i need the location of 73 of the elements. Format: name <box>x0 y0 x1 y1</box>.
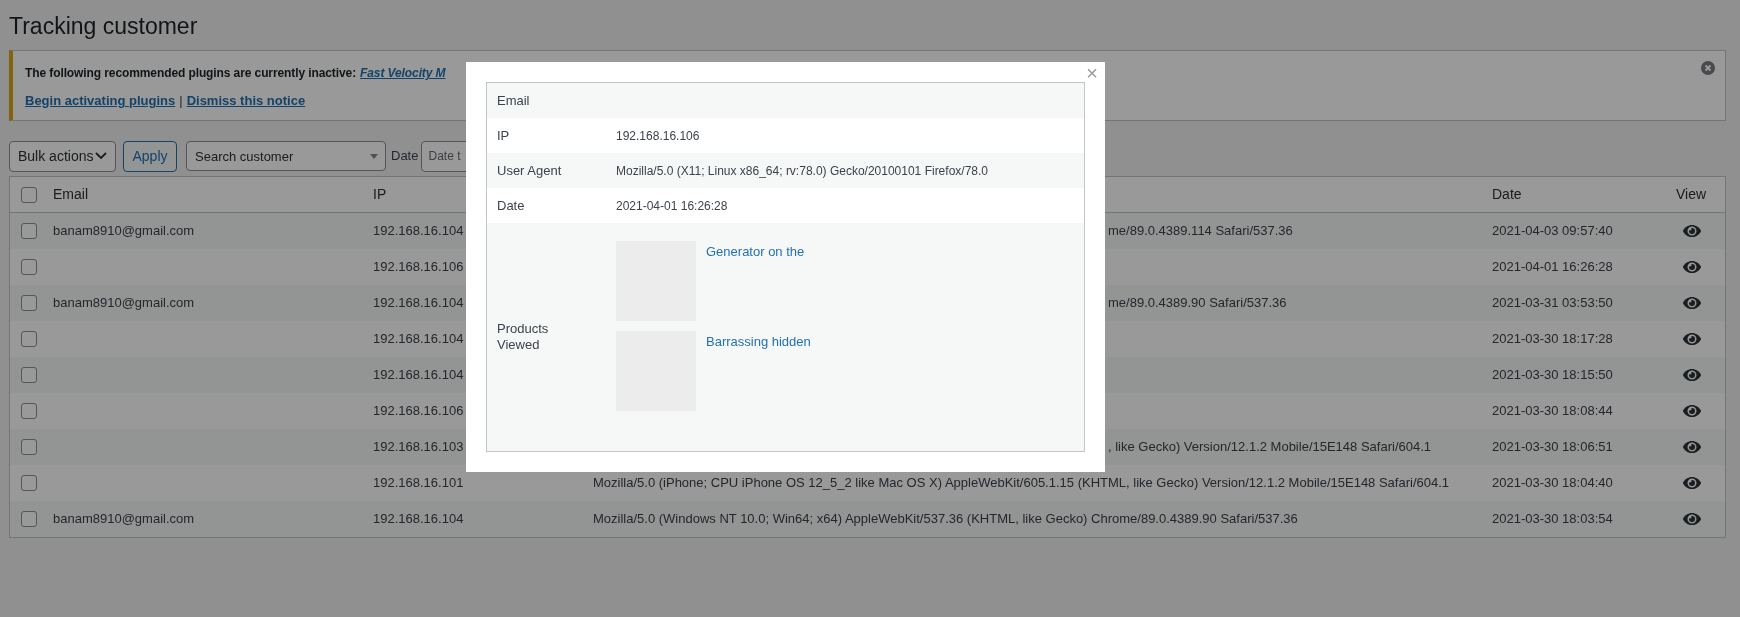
date-cell-text: 2021-03-30 18:17:28 <box>1491 330 1613 349</box>
ip-cell-text: 192.168.16.104 <box>372 330 464 349</box>
detail-label: Products Viewed <box>496 321 550 353</box>
row-checkbox[interactable] <box>21 475 37 491</box>
row-checkbox[interactable] <box>21 439 37 455</box>
email-cell-text: banam8910@gmail.com <box>52 294 195 313</box>
ip-cell-text: 192.168.16.104 <box>372 510 464 529</box>
close-button[interactable]: × <box>1084 63 1100 83</box>
dismiss-notice-link[interactable]: Dismiss this notice <box>186 91 306 111</box>
apply-button[interactable]: Apply <box>123 140 177 172</box>
detail-label: User Agent <box>496 161 563 180</box>
bulk-actions-select[interactable]: Bulk actions <box>9 140 116 172</box>
view-eye-icon[interactable] <box>1683 258 1701 276</box>
detail-value: 2021-04-01 16:26:28 <box>616 197 728 215</box>
row-checkbox[interactable] <box>21 331 37 347</box>
row-checkbox[interactable] <box>21 186 37 203</box>
view-eye-icon[interactable] <box>1683 330 1701 348</box>
date-label: Date <box>391 147 419 166</box>
ip-cell-text: 192.168.16.106 <box>372 402 464 421</box>
view-eye-icon[interactable] <box>1683 438 1701 456</box>
row-checkbox[interactable] <box>21 223 37 239</box>
product-link[interactable]: Barrassing hidden <box>706 331 811 352</box>
view-eye-icon[interactable] <box>1683 402 1701 420</box>
row-checkbox[interactable] <box>21 295 37 311</box>
row-checkbox[interactable] <box>21 367 37 383</box>
email-cell-text: banam8910@gmail.com <box>52 222 195 241</box>
column-header: View <box>1675 185 1707 204</box>
date-cell-text: 2021-03-30 18:04:40 <box>1491 474 1613 493</box>
view-eye-icon[interactable] <box>1683 474 1701 492</box>
detail-value: 192.168.16.106 <box>616 127 700 145</box>
detail-label: IP <box>496 126 511 145</box>
date-cell-text: 2021-04-01 16:26:28 <box>1491 258 1613 277</box>
view-eye-icon[interactable] <box>1683 510 1701 528</box>
ip-cell-text: 192.168.16.101 <box>372 474 464 493</box>
date-cell-text: 2021-04-03 09:57:40 <box>1491 222 1613 241</box>
detail-label: Email <box>496 91 531 110</box>
date-cell-text: 2021-03-31 03:53:50 <box>1491 294 1613 313</box>
user-agent-cell-text: , like Gecko) Version/12.1.2 Mobile/15E148 Safari/604.1 <box>1107 438 1432 457</box>
view-eye-icon[interactable] <box>1683 294 1701 312</box>
page-title: Tracking customer <box>9 12 199 41</box>
date-cell-text: 2021-03-30 18:06:51 <box>1491 438 1613 457</box>
ip-cell-text: 192.168.16.103 <box>372 438 464 457</box>
row-checkbox[interactable] <box>21 259 37 275</box>
row-checkbox[interactable] <box>21 403 37 419</box>
ip-cell-text: 192.168.16.104 <box>372 366 464 385</box>
dismiss-icon[interactable] <box>1701 61 1715 75</box>
user-agent-cell-text: Mozilla/5.0 (iPhone; CPU iPhone OS 12_5_2 like Mac OS X) AppleWebKit/605.1.15 (KHTML, like Gecko) Version/12.1.2 Mobile/15E148 Safari/604.1 <box>592 474 1450 493</box>
date-cell-text: 2021-03-30 18:08:44 <box>1491 402 1613 421</box>
product-link[interactable]: Generator on the <box>706 241 805 262</box>
user-agent-cell-text: me/89.0.4389.90 Safari/537.36 <box>1107 294 1287 313</box>
detail-value: Mozilla/5.0 (X11; Linux x86_64; rv:78.0) Gecko/20100101 Firefox/78.0 <box>616 162 988 180</box>
view-eye-icon[interactable] <box>1683 222 1701 240</box>
activate-plugins-link[interactable]: Begin activating plugins <box>25 91 176 111</box>
search-customer-field[interactable]: Search customer <box>186 141 386 171</box>
row-checkbox[interactable] <box>21 511 37 527</box>
column-header: IP <box>372 185 387 204</box>
ip-cell-text: 192.168.16.106 <box>372 258 464 277</box>
dropdown-triangle-icon <box>370 154 378 159</box>
plugin-link[interactable]: Fast Velocity M <box>360 64 446 82</box>
date-cell-text: 2021-03-30 18:15:50 <box>1491 366 1613 385</box>
detail-label: Date <box>496 196 526 215</box>
user-agent-cell-text: me/89.0.4389.114 Safari/537.36 <box>1107 222 1293 241</box>
notice-text: The following recommended plugins are currently inactive: <box>25 65 357 82</box>
email-cell-text: banam8910@gmail.com <box>52 510 195 529</box>
ip-cell-text: 192.168.16.104 <box>372 294 464 313</box>
link-separator: | <box>179 92 183 110</box>
column-header: Date <box>1491 185 1522 204</box>
user-agent-cell-text: Mozilla/5.0 (Windows NT 10.0; Win64; x64) AppleWebKit/537.36 (KHTML, like Gecko) Chrome/89.0.4389.90 Safari/537.36 <box>592 510 1298 529</box>
date-cell-text: 2021-03-30 18:03:54 <box>1491 510 1613 529</box>
column-header: Email <box>52 185 88 204</box>
view-eye-icon[interactable] <box>1683 366 1701 384</box>
chevron-down-icon <box>95 152 107 160</box>
ip-cell-text: 192.168.16.104 <box>372 222 464 241</box>
